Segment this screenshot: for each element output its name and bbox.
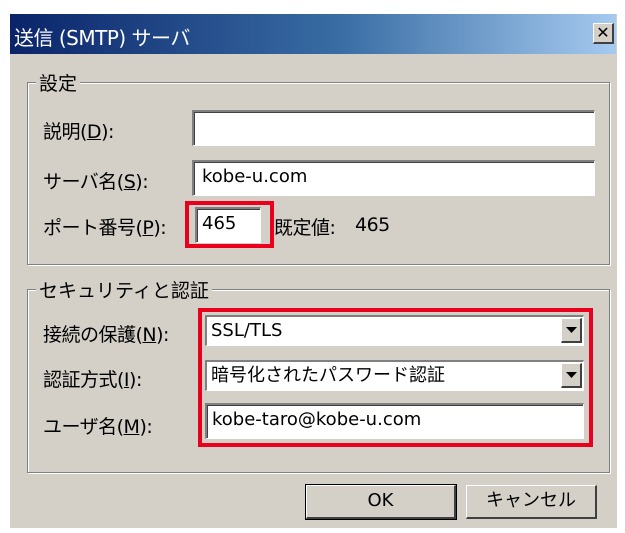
settings-group-legend: 設定: [36, 69, 81, 96]
description-field[interactable]: [192, 110, 595, 146]
connection-security-dropdown-button[interactable]: [561, 318, 582, 343]
username-field[interactable]: kobe-taro@kobe-u.com: [205, 403, 584, 439]
port-label: ポート番号(P):: [43, 217, 167, 239]
auth-method-dropdown-button[interactable]: [561, 363, 582, 388]
username-label: ユーザ名(M):: [43, 416, 153, 438]
title-bar: 送信 (SMTP) サーバ ✕: [10, 14, 616, 54]
security-group-legend: セキュリティと認証: [36, 276, 212, 303]
smtp-server-dialog: 送信 (SMTP) サーバ ✕ 設定 説明(D): サーバ名(S): kobe-…: [9, 13, 617, 528]
chevron-down-icon: [566, 327, 577, 333]
connection-security-select[interactable]: SSL/TLS: [205, 315, 584, 346]
auth-method-select[interactable]: 暗号化されたパスワード認証: [205, 360, 584, 391]
ok-button[interactable]: OK: [305, 484, 457, 520]
chevron-down-icon: [566, 372, 577, 378]
close-icon: ✕: [596, 23, 610, 42]
port-default-value: 465: [355, 214, 390, 236]
window-title: 送信 (SMTP) サーバ: [14, 26, 190, 50]
auth-method-label: 認証方式(I):: [43, 369, 142, 391]
port-field[interactable]: 465: [195, 207, 261, 243]
server-name-field[interactable]: kobe-u.com: [192, 160, 595, 196]
server-name-label: サーバ名(S):: [43, 171, 149, 193]
description-label: 説明(D):: [43, 121, 114, 143]
connection-security-value: SSL/TLS: [211, 320, 283, 341]
close-button[interactable]: ✕: [593, 23, 614, 44]
connection-security-label: 接続の保護(N):: [43, 324, 169, 346]
port-default-label: 既定値:: [274, 217, 336, 239]
cancel-button[interactable]: キャンセル: [466, 485, 597, 519]
auth-method-value: 暗号化されたパスワード認証: [211, 365, 445, 386]
